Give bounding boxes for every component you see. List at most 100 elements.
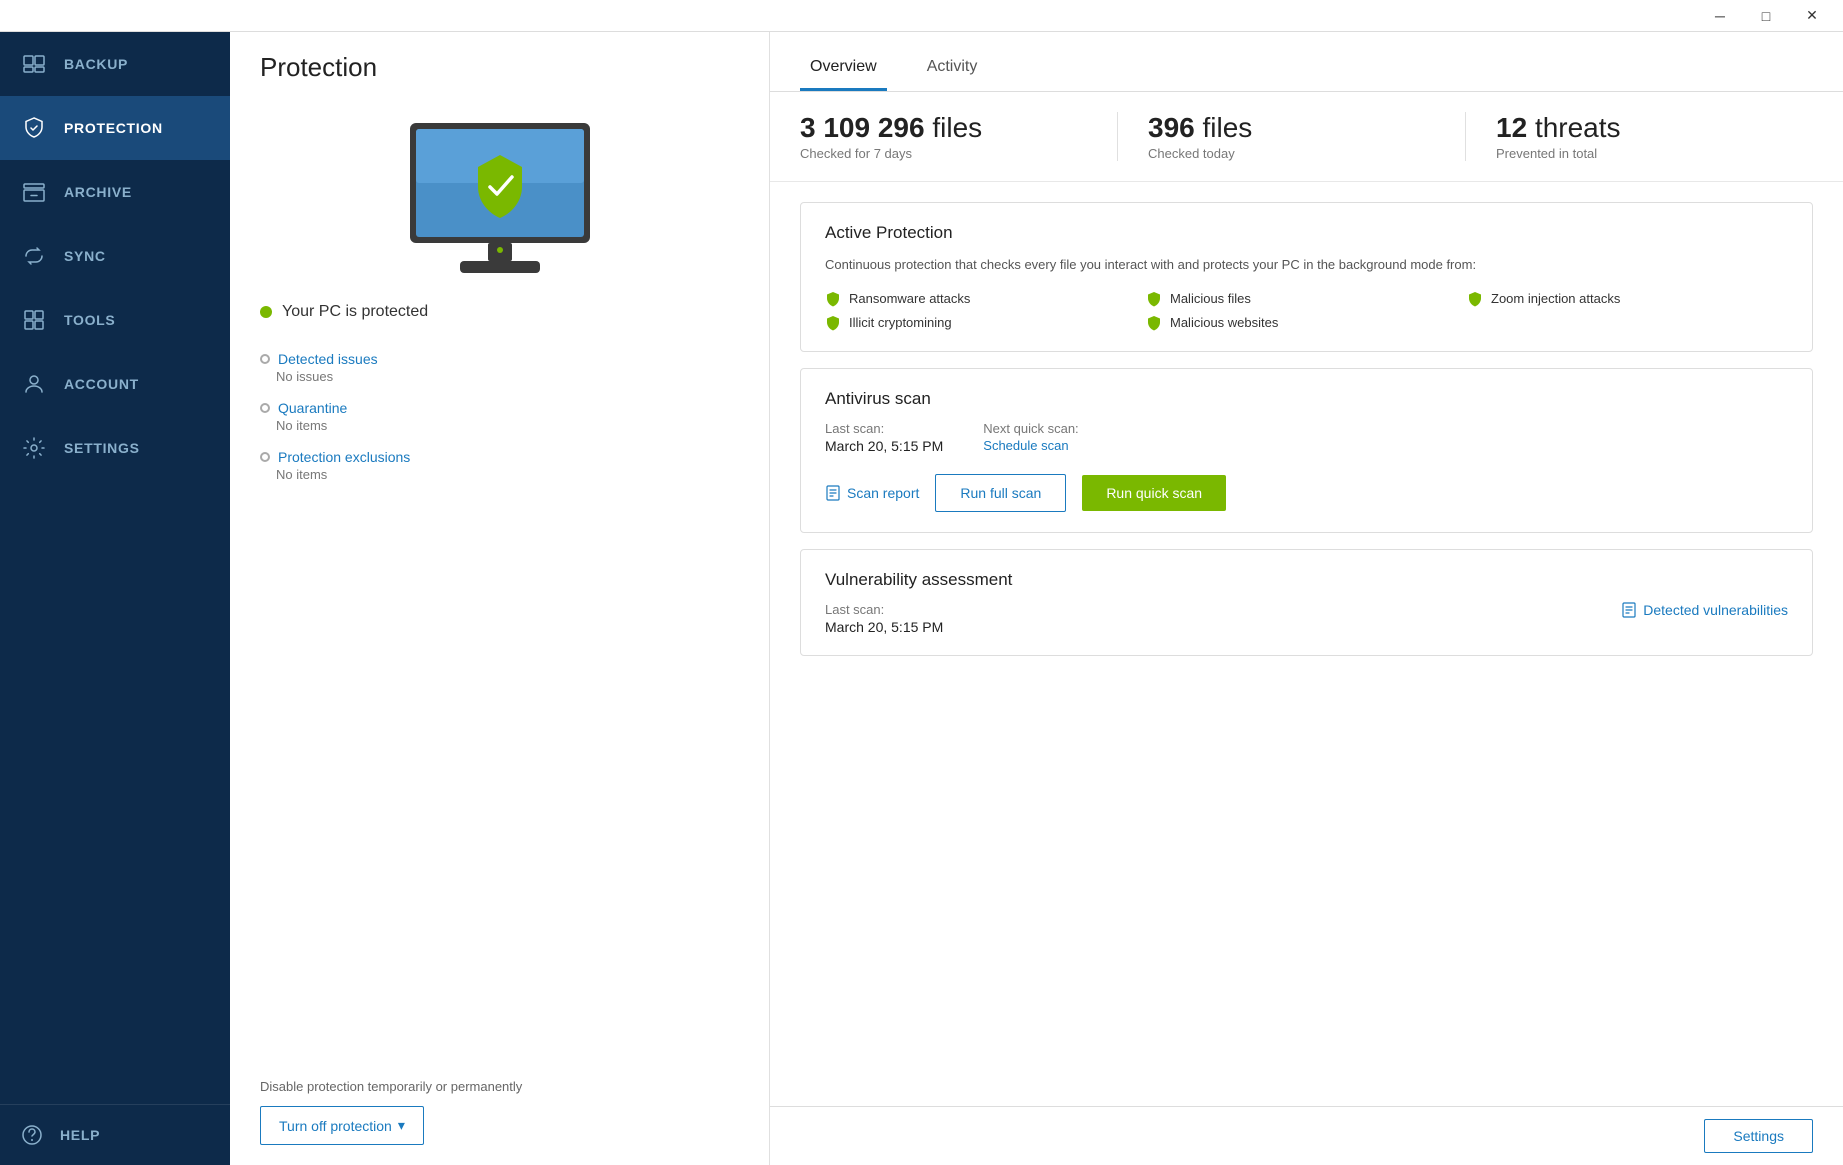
stat-files-today: 396 files Checked today: [1117, 112, 1465, 161]
detected-issues-label: Detected issues: [278, 351, 378, 367]
sidebar-spacer: [0, 480, 230, 1104]
link-bullet: [260, 403, 270, 413]
vulnerability-title: Vulnerability assessment: [825, 570, 1788, 590]
stat-main-today: 396: [1148, 112, 1195, 143]
detected-vulnerabilities-link[interactable]: Detected vulnerabilities: [1621, 602, 1788, 618]
stat-unit-today: files: [1203, 112, 1253, 143]
maximize-button[interactable]: □: [1743, 0, 1789, 32]
monitor-illustration: [260, 113, 739, 283]
sidebar-item-archive[interactable]: ARCHIVE: [0, 160, 230, 224]
antivirus-scan-card: Antivirus scan Last scan: March 20, 5:15…: [800, 368, 1813, 533]
tab-overview[interactable]: Overview: [800, 58, 887, 91]
report-icon: [825, 485, 841, 501]
link-bullet: [260, 354, 270, 364]
sidebar-item-backup[interactable]: BACKUP: [0, 32, 230, 96]
protection-exclusions-link[interactable]: Protection exclusions: [260, 449, 739, 465]
detected-issues-sub: No issues: [276, 369, 739, 384]
sidebar-item-settings[interactable]: SETTINGS: [0, 416, 230, 480]
detected-issues-link[interactable]: Detected issues: [260, 351, 739, 367]
status-dot: [260, 306, 272, 318]
chevron-down-icon: ▾: [398, 1117, 405, 1134]
titlebar: ─ □ ✕: [0, 0, 1843, 32]
run-full-scan-button[interactable]: Run full scan: [935, 474, 1066, 512]
sidebar-item-label: SYNC: [64, 248, 106, 264]
next-scan-label: Next quick scan:: [983, 421, 1078, 436]
quarantine-sub: No items: [276, 418, 739, 433]
detected-issues-link-item: Detected issues No issues: [260, 351, 739, 384]
run-quick-scan-button[interactable]: Run quick scan: [1082, 475, 1226, 511]
tools-icon: [20, 306, 48, 334]
sidebar-item-account[interactable]: ACCOUNT: [0, 352, 230, 416]
last-scan-value: March 20, 5:15 PM: [825, 438, 943, 454]
shield-icon-malicious-websites: [1146, 315, 1162, 331]
stat-files-7days: 3 109 296 files Checked for 7 days: [800, 112, 1117, 161]
protection-links: Detected issues No issues Quarantine No …: [260, 351, 739, 482]
right-panel: Overview Activity 3 109 296 files Checke…: [770, 32, 1843, 1165]
account-icon: [20, 370, 48, 398]
last-scan-label: Last scan:: [825, 421, 943, 436]
scan-report-link[interactable]: Scan report: [825, 485, 919, 501]
protection-status: Your PC is protected: [260, 303, 739, 321]
sidebar-item-protection[interactable]: PROTECTION: [0, 96, 230, 160]
detected-vulnerabilities-label: Detected vulnerabilities: [1643, 602, 1788, 618]
settings-icon: [20, 434, 48, 462]
feature-zoom-label: Zoom injection attacks: [1491, 291, 1620, 306]
sync-icon: [20, 242, 48, 270]
sidebar-item-label: BACKUP: [64, 56, 128, 72]
shield-icon-zoom: [1467, 291, 1483, 307]
stat-main-threats: 12: [1496, 112, 1527, 143]
content-area: Protection: [230, 32, 1843, 1165]
close-button[interactable]: ✕: [1789, 0, 1835, 32]
protection-icon: [20, 114, 48, 142]
sidebar-help-label: HELP: [60, 1127, 100, 1143]
sidebar-item-sync[interactable]: SYNC: [0, 224, 230, 288]
vuln-scan-info: Last scan: March 20, 5:15 PM Detected vu…: [825, 602, 1788, 635]
feature-crypto: Illicit cryptomining: [825, 315, 1146, 331]
stat-number-7days: 3 109 296 files: [800, 112, 1087, 144]
middle-panel: Protection: [230, 32, 770, 1165]
minimize-button[interactable]: ─: [1697, 0, 1743, 32]
feature-malicious-files-label: Malicious files: [1170, 291, 1251, 306]
scan-actions: Scan report Run full scan Run quick scan: [825, 474, 1788, 512]
active-protection-desc: Continuous protection that checks every …: [825, 255, 1788, 275]
stat-label-7days: Checked for 7 days: [800, 146, 1087, 161]
next-scan-detail: Next quick scan: Schedule scan: [983, 421, 1078, 454]
turn-off-label: Turn off protection: [279, 1118, 392, 1134]
stat-threats: 12 threats Prevented in total: [1465, 112, 1813, 161]
feature-malicious-websites-label: Malicious websites: [1170, 315, 1278, 330]
quarantine-link[interactable]: Quarantine: [260, 400, 739, 416]
protection-exclusions-link-item: Protection exclusions No items: [260, 449, 739, 482]
turn-off-protection-button[interactable]: Turn off protection ▾: [260, 1106, 424, 1145]
stat-unit-7days: files: [932, 112, 982, 143]
sidebar-item-label: ACCOUNT: [64, 376, 139, 392]
stats-bar: 3 109 296 files Checked for 7 days 396 f…: [770, 92, 1843, 182]
settings-button[interactable]: Settings: [1704, 1119, 1813, 1153]
sidebar-item-label: TOOLS: [64, 312, 115, 328]
disable-text: Disable protection temporarily or perman…: [260, 1078, 739, 1096]
sidebar-item-label: SETTINGS: [64, 440, 140, 456]
vulnerability-card: Vulnerability assessment Last scan: Marc…: [800, 549, 1813, 656]
sidebar: BACKUP PROTECTION ARCHIVE: [0, 32, 230, 1165]
link-bullet: [260, 452, 270, 462]
feature-malicious-files: Malicious files: [1146, 291, 1467, 307]
feature-zoom: Zoom injection attacks: [1467, 291, 1788, 307]
active-protection-title: Active Protection: [825, 223, 1788, 243]
sidebar-item-tools[interactable]: TOOLS: [0, 288, 230, 352]
quarantine-label: Quarantine: [278, 400, 347, 416]
archive-icon: [20, 178, 48, 206]
stat-label-threats: Prevented in total: [1496, 146, 1783, 161]
sidebar-item-help[interactable]: HELP: [0, 1104, 230, 1165]
sidebar-item-label: ARCHIVE: [64, 184, 132, 200]
bottom-bar: Settings: [770, 1106, 1843, 1165]
tab-activity[interactable]: Activity: [917, 58, 988, 91]
scan-info: Last scan: March 20, 5:15 PM Next quick …: [825, 421, 1788, 454]
page-title: Protection: [260, 52, 739, 83]
last-scan-detail: Last scan: March 20, 5:15 PM: [825, 421, 943, 454]
schedule-scan-link[interactable]: Schedule scan: [983, 438, 1078, 453]
status-text: Your PC is protected: [282, 303, 428, 321]
protection-features: Ransomware attacks Malicious files: [825, 291, 1788, 331]
disable-section: Disable protection temporarily or perman…: [260, 1078, 739, 1145]
stat-number-threats: 12 threats: [1496, 112, 1783, 144]
active-protection-card: Active Protection Continuous protection …: [800, 202, 1813, 352]
quarantine-link-item: Quarantine No items: [260, 400, 739, 433]
